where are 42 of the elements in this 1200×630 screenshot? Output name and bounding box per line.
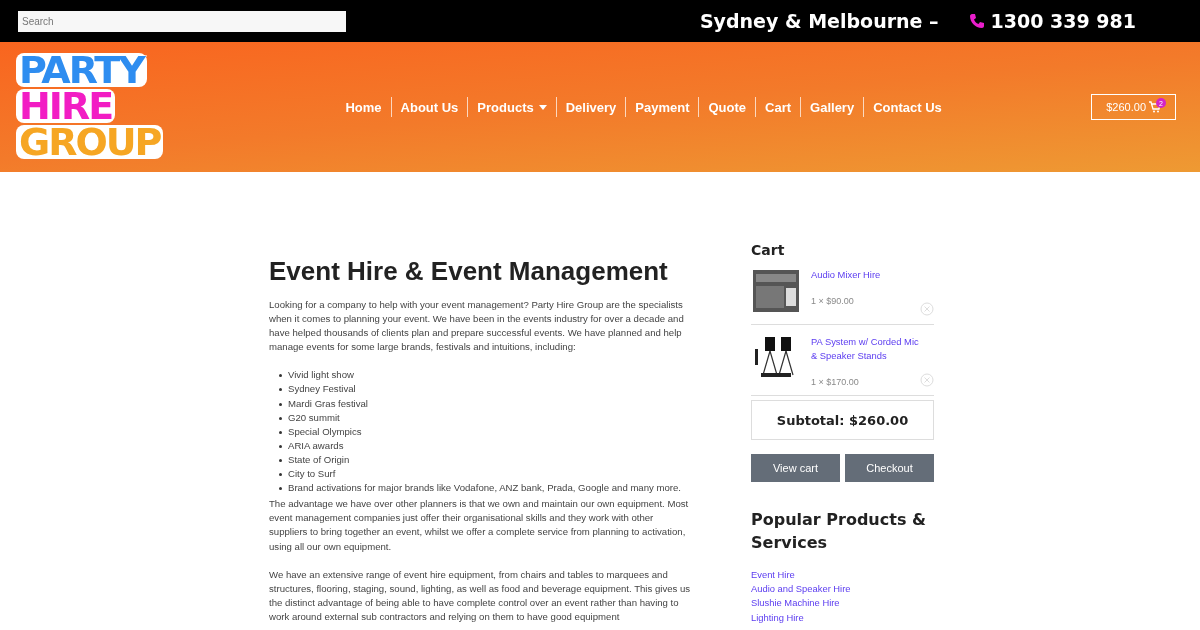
list-item: Mardi Gras festival (288, 396, 368, 411)
nav-link[interactable]: Payment (626, 99, 699, 115)
nav-link[interactable]: Delivery (556, 99, 626, 115)
body-paragraph: We have an extensive range of event hire equipment, from chairs and tables to marquees and structures, flooring, staging, sound, lighting, as well as food and beverage equipment. This gives us the distinct advantage of being able to have complete control over an event rather than having to work around external sub contractors and relying on them to have good equipment (269, 567, 692, 624)
body-paragraph: The advantage we have over other planners is that we own and maintain our own equipment. Most event management companies just offer their organisational skills and they work with other suppliers to bring together an event, whilst we offer a complete service from planning to activation, using all our own equipment. (269, 497, 690, 554)
remove-icon[interactable] (920, 373, 934, 387)
list-item: ARIA awards (288, 438, 344, 453)
phone-icon (968, 13, 985, 29)
list-item: Sydney Festival (288, 382, 356, 397)
cart-item-link[interactable]: Audio Mixer Hire (811, 268, 921, 282)
nav-link[interactable]: Products (468, 99, 556, 115)
list-item: Vivid light show (288, 368, 354, 383)
remove-icon[interactable] (920, 302, 934, 316)
nav-link[interactable]: About Us (391, 99, 468, 115)
cart-action-button[interactable]: View cart (751, 454, 840, 482)
product-link[interactable]: Slushie Machine Hire (751, 596, 934, 611)
cart-action-button[interactable]: Checkout (845, 454, 934, 482)
intro-paragraph: Looking for a company to help with your event management? Party Hire Group are the specialists when it comes to planning your event. We have been in the events industry for over a decade and have helped thousands of clients plan and prepare successful events. We have planned and help manage events for some large brands, festivals and intuitions, including: (269, 298, 685, 355)
location-text: Sydney & Melbourne – (699, 10, 939, 32)
nav-link[interactable]: Gallery (801, 99, 864, 115)
list-item: State of Origin (288, 452, 350, 467)
cart-item-quantity: 1 × $90.00 (811, 296, 854, 306)
list-item: G20 summit (288, 410, 340, 425)
product-link[interactable]: Event Hire (751, 568, 934, 583)
nav-link[interactable]: Contact Us (864, 99, 951, 115)
nav-link[interactable]: Quote (699, 99, 756, 115)
logo[interactable]: PARTY HIRE GROUP (16, 53, 166, 161)
page-title: Event Hire & Event Management (269, 255, 669, 288)
nav-link[interactable]: Cart (756, 99, 801, 115)
subtotal-box: Subtotal: $260.00 (751, 400, 934, 440)
cart-item-quantity: 1 × $170.00 (811, 377, 859, 387)
cart-heading: Cart (751, 242, 786, 258)
list-item: City to Surf (288, 467, 336, 482)
nav-link[interactable]: Home (336, 99, 391, 115)
cart-item-link[interactable]: PA System w/ Corded Mic & Speaker Stands (811, 335, 921, 363)
phone-number[interactable]: 1300 339 981 (990, 10, 1136, 32)
product-link[interactable]: Lighting Hire (751, 610, 934, 625)
list-item: Special Olympics (288, 424, 362, 439)
list-item: Brand activations for major brands like Vodafone, ANZ bank, Prada, Google and many more. (288, 481, 682, 496)
popular-heading: Popular Products & Services (751, 509, 927, 554)
product-link[interactable]: Audio and Speaker Hire (751, 582, 934, 597)
search-field[interactable]: Search (18, 10, 346, 32)
